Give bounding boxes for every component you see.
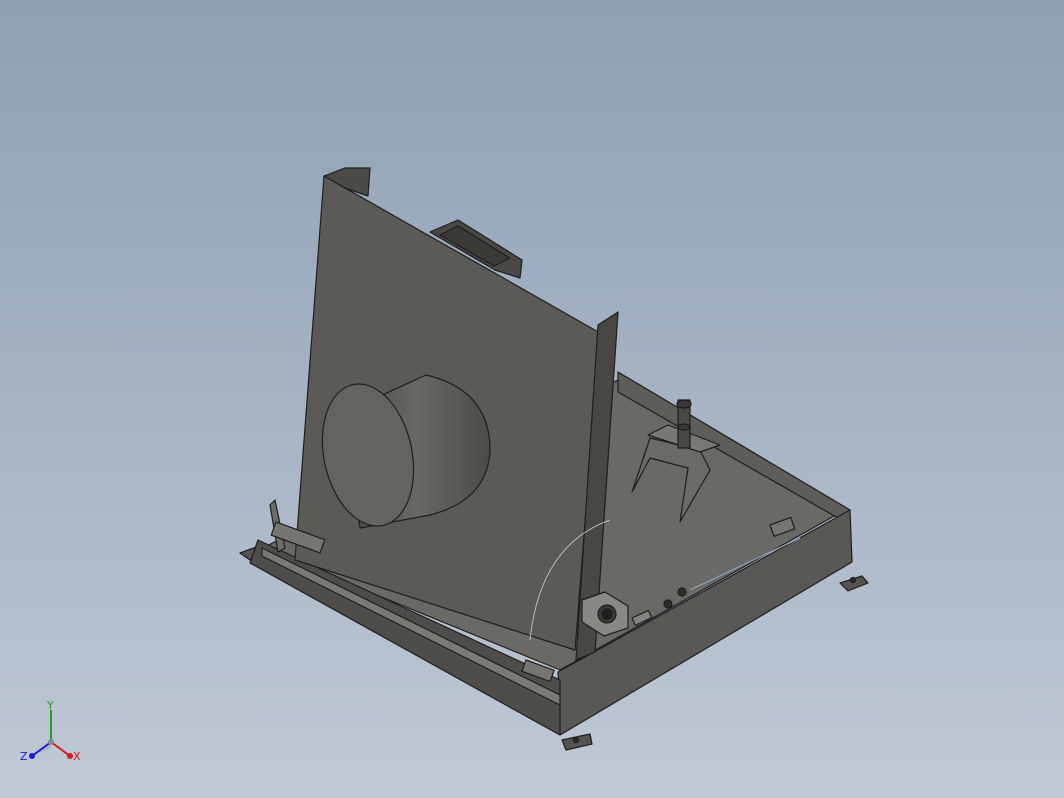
z-axis-label: Z [20, 750, 28, 763]
cad-model[interactable] [239, 167, 869, 751]
y-axis-label: Y [46, 700, 54, 712]
axis-triad: Y X Z [20, 700, 81, 763]
x-axis-label: X [73, 750, 81, 763]
3d-graphics-viewport[interactable] [0, 0, 1064, 798]
